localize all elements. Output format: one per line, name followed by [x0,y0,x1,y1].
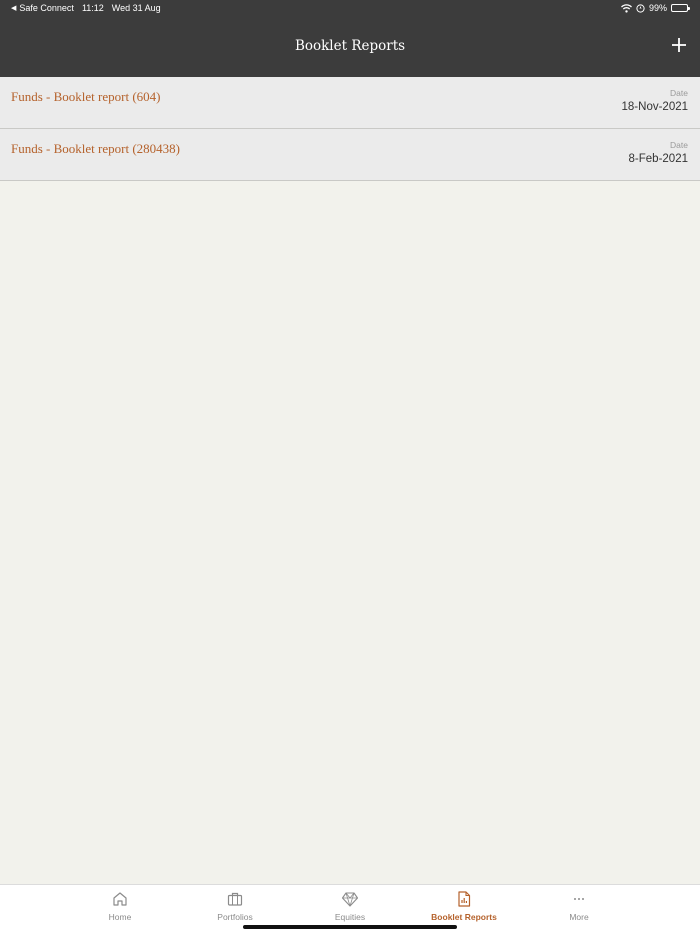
report-date: 18-Nov-2021 [621,101,688,113]
tab-label: Equities [334,912,366,922]
report-name[interactable]: Funds - Booklet report (280438) [11,141,180,157]
status-left: ◀ Safe Connect 11:12 Wed 31 Aug [11,3,161,13]
date-label: Date [670,140,688,150]
home-icon [113,892,127,906]
battery-icon [671,4,690,12]
header: ◀ Safe Connect 11:12 Wed 31 Aug 99% Book… [0,0,700,77]
more-icon [574,898,584,900]
location-lock-icon [636,3,645,13]
home-indicator[interactable] [243,925,457,929]
tab-booklet-reports[interactable]: Booklet Reports [409,890,519,922]
report-name[interactable]: Funds - Booklet report (604) [11,89,160,105]
back-app-link[interactable]: Safe Connect [19,3,74,13]
wifi-icon [621,3,632,13]
screen: ◀ Safe Connect 11:12 Wed 31 Aug 99% Book… [0,0,700,934]
back-arrow-icon[interactable]: ◀ [11,4,16,12]
plus-icon [672,38,686,52]
diamond-icon [341,892,359,907]
battery-percent: 99% [648,3,667,13]
tab-label: More [569,912,589,922]
tab-more[interactable]: More [524,890,634,922]
tab-label: Home [108,912,132,922]
page-title: Booklet Reports [294,38,406,54]
status-time: 11:12 [81,3,104,13]
report-row[interactable]: Funds - Booklet report (280438) Date 8-F… [0,129,700,181]
status-right: 99% [621,3,690,13]
briefcase-icon [227,892,243,906]
status-date: Wed 31 Aug [111,3,161,13]
tab-portfolios[interactable]: Portfolios [180,890,290,922]
tab-label: Portfolios [217,912,253,922]
add-report-button[interactable] [668,34,690,56]
tab-equities[interactable]: Equities [295,890,405,922]
report-date: 8-Feb-2021 [628,153,688,165]
date-label: Date [670,88,688,98]
report-list: Funds - Booklet report (604) Date 18-Nov… [0,77,700,181]
tab-label: Booklet Reports [431,912,497,922]
report-icon [458,891,471,907]
report-row[interactable]: Funds - Booklet report (604) Date 18-Nov… [0,77,700,129]
tab-home[interactable]: Home [65,890,175,922]
status-bar: ◀ Safe Connect 11:12 Wed 31 Aug 99% [0,0,700,17]
